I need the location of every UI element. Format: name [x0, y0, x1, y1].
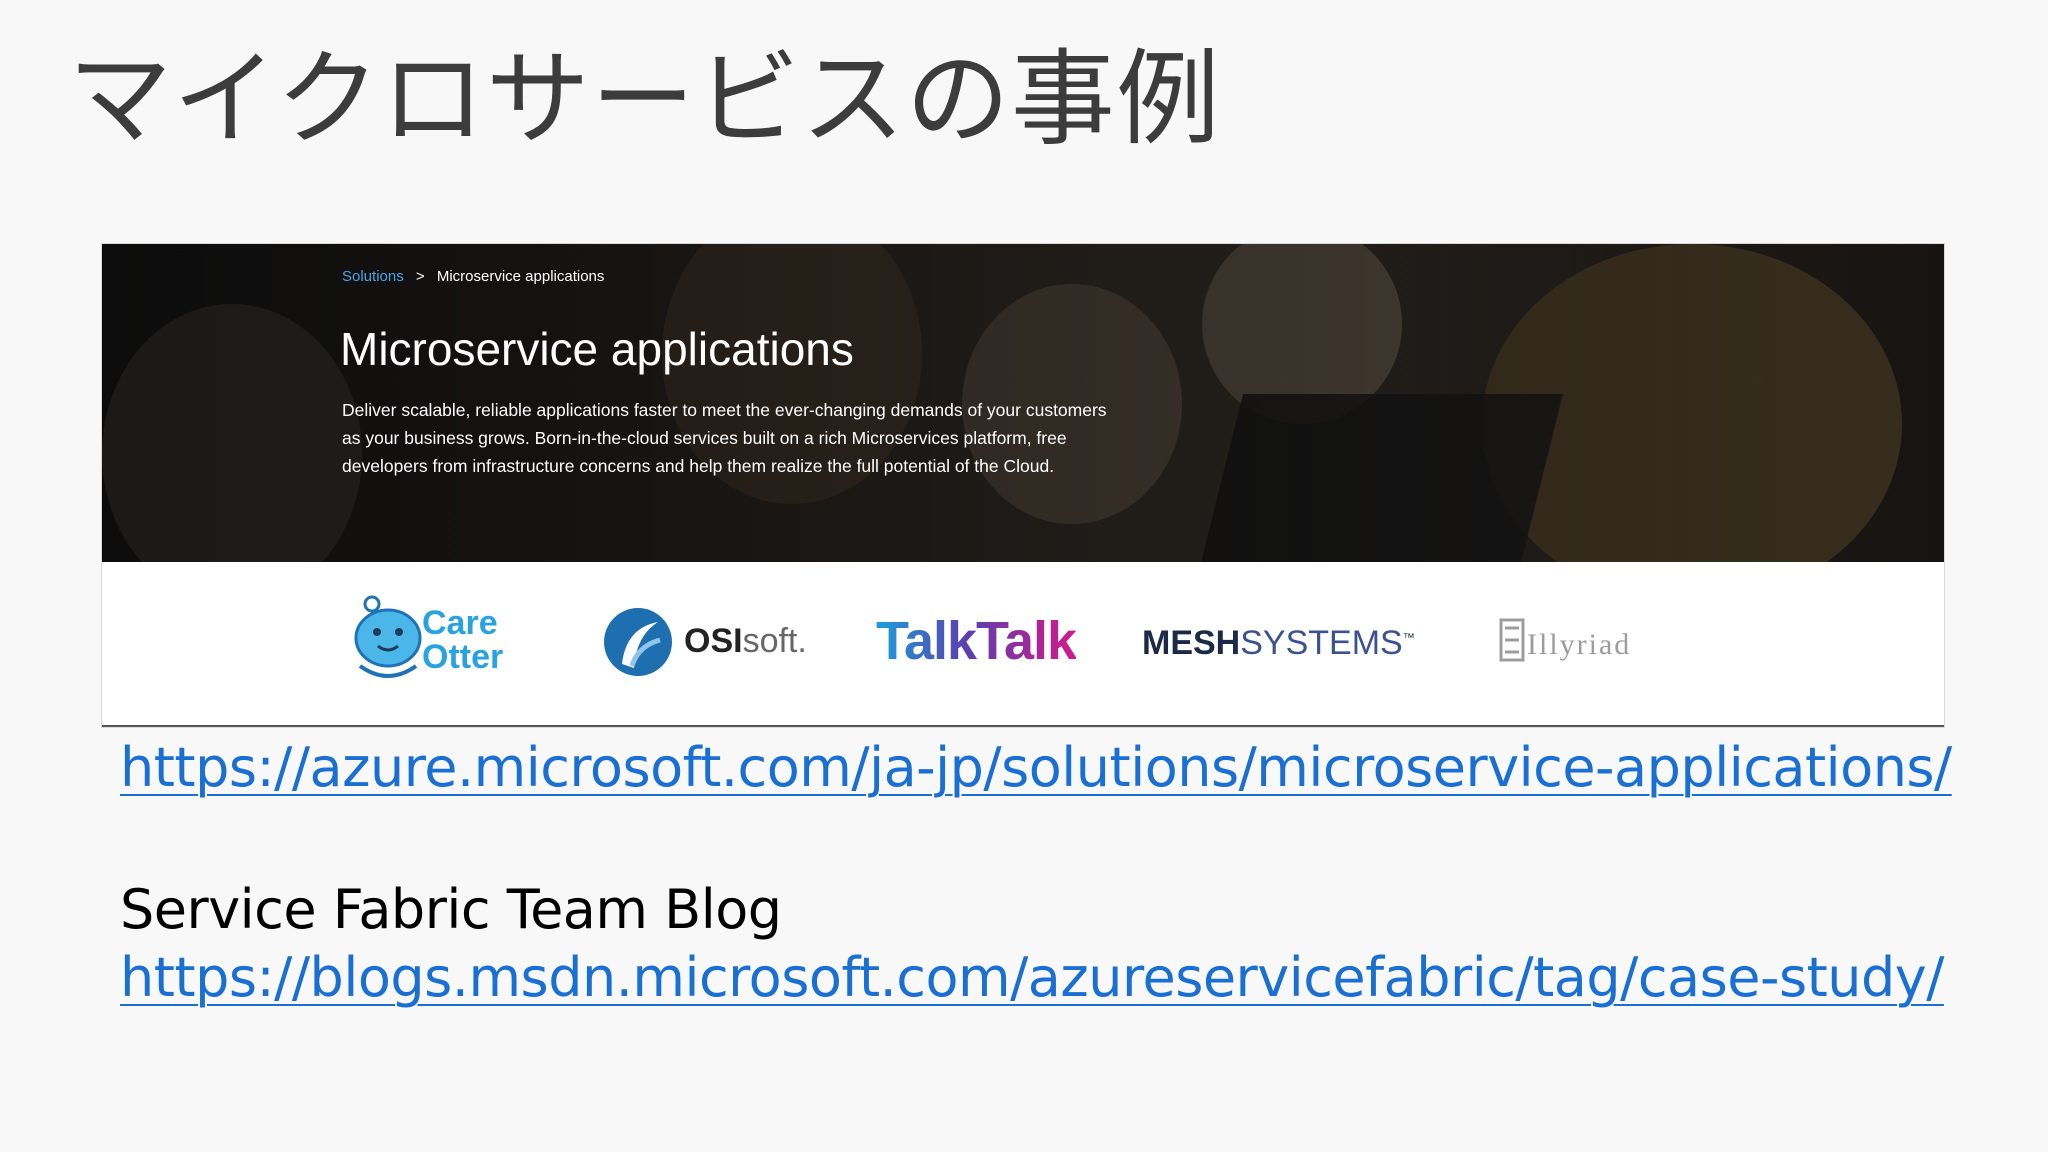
breadcrumb: Solutions > Microservice applications: [342, 268, 604, 285]
osisoft-logo: OSIsoft.: [602, 592, 812, 692]
illyriad-logo: Illyriad: [1497, 592, 1657, 692]
meshsystems-logo: MESHSYSTEMS™: [1142, 592, 1432, 692]
mesh-trademark: ™: [1402, 630, 1415, 645]
careotter-logo: Care Otter: [352, 592, 522, 692]
illyriad-crest-icon: [1499, 618, 1525, 662]
talktalk-wordmark: TalkTalk: [876, 611, 1077, 671]
osisoft-bold: OSI: [684, 622, 743, 660]
service-fabric-blog-link[interactable]: https://blogs.msdn.microsoft.com/azurese…: [120, 946, 1944, 1009]
meshsystems-wordmark: MESHSYSTEMS™: [1142, 624, 1415, 663]
azure-solutions-link[interactable]: https://azure.microsoft.com/ja-jp/soluti…: [120, 736, 1952, 799]
osisoft-rest: soft.: [742, 622, 807, 660]
breadcrumb-current: Microservice applications: [436, 268, 605, 285]
illyriad-wordmark: Illyriad: [1527, 628, 1632, 661]
osisoft-swirl-icon: [604, 608, 672, 676]
careotter-line1: Care: [422, 604, 498, 642]
mesh-bold: MESH: [1142, 624, 1241, 662]
embedded-webpage-screenshot: Solutions > Microservice applications Mi…: [102, 244, 1944, 727]
breadcrumb-separator: >: [415, 268, 425, 285]
mesh-systems: SYSTEMS: [1240, 624, 1403, 662]
customer-logo-strip: Care Otter OSIsoft. TalkTalk MESHSYSTEMS…: [102, 562, 1944, 725]
hero-description: Deliver scalable, reliable applications …: [342, 400, 1107, 476]
talktalk-logo: TalkTalk: [872, 592, 1092, 692]
hero-title: Microservice applications: [340, 323, 854, 375]
careotter-wordmark: Care Otter: [422, 606, 503, 674]
hero-banner: Solutions > Microservice applications Mi…: [102, 244, 1944, 562]
slide-title: マイクロサービスの事例: [68, 38, 1221, 160]
breadcrumb-link-solutions[interactable]: Solutions: [342, 268, 404, 285]
blog-heading: Service Fabric Team Blog: [120, 878, 782, 941]
careotter-line2: Otter: [422, 638, 504, 676]
osisoft-wordmark: OSIsoft.: [684, 622, 807, 661]
otter-icon: [354, 595, 422, 678]
